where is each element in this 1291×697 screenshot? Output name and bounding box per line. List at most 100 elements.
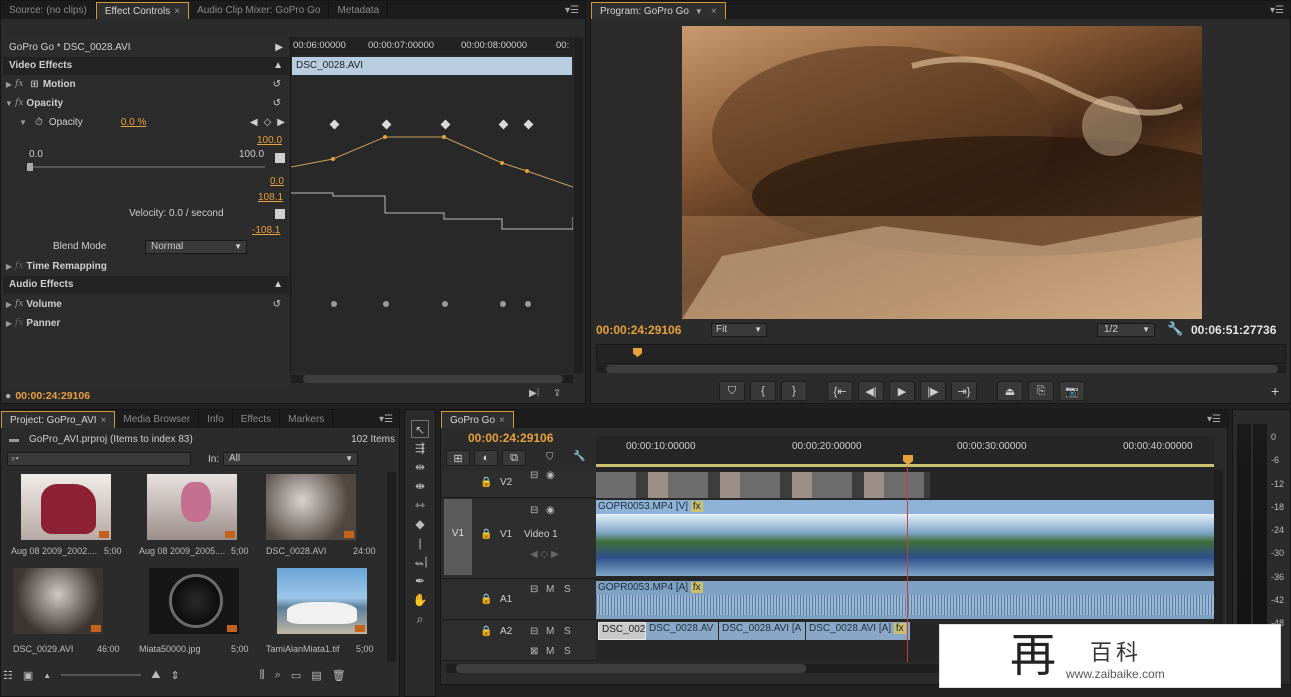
- expand-triangle-icon[interactable]: ▶: [3, 75, 15, 94]
- fx-icon[interactable]: fx: [15, 94, 23, 113]
- trash-icon[interactable]: 🗑: [332, 669, 346, 682]
- blend-mode-select[interactable]: Normal ▼: [145, 240, 247, 254]
- keyframe-nav-icon[interactable]: ◀ ◇ ▶: [530, 549, 559, 560]
- tab-media-browser[interactable]: Media Browser: [115, 411, 200, 428]
- opacity-value[interactable]: 0.0 %: [121, 113, 250, 132]
- stopwatch-icon[interactable]: ⏱: [35, 113, 43, 132]
- hand-tool-icon[interactable]: ✋: [411, 591, 429, 609]
- collapse-icon[interactable]: ▲: [273, 276, 289, 294]
- opacity-slider-handle[interactable]: [27, 163, 33, 171]
- tab-metadata[interactable]: Metadata: [329, 2, 389, 19]
- keyframe[interactable]: [381, 119, 392, 130]
- program-scrubber[interactable]: [596, 344, 1286, 364]
- solo-button[interactable]: S: [564, 626, 571, 637]
- program-timecode[interactable]: 00:00:24:29106: [596, 323, 681, 337]
- lock-icon[interactable]: 🔒: [480, 477, 492, 488]
- keyframe[interactable]: [498, 119, 509, 130]
- sync-lock-icon[interactable]: ⊠: [530, 646, 538, 657]
- ripple-edit-tool-icon[interactable]: ⇹: [411, 458, 429, 476]
- zoom-in-icon[interactable]: ⛰: [151, 669, 160, 682]
- mute-button[interactable]: M: [546, 626, 554, 637]
- next-keyframe-icon[interactable]: ▶: [277, 113, 285, 132]
- playhead-line[interactable]: [907, 466, 908, 662]
- automate-icon[interactable]: ⫼: [260, 669, 265, 682]
- collapse-triangle-icon[interactable]: ▼: [17, 113, 29, 132]
- add-marker-button[interactable]: ⛉: [719, 381, 745, 401]
- keyframe[interactable]: [329, 119, 340, 130]
- clip-a2-3[interactable]: DSC_0028.AVI [A: [719, 622, 805, 640]
- mark-in-button[interactable]: {: [750, 381, 776, 401]
- zoom-tool-icon[interactable]: ⌕: [411, 610, 429, 628]
- ruler[interactable]: 00:06:00000 00:00:07:00000 00:00:08:0000…: [291, 37, 573, 55]
- new-item-icon[interactable]: ▤: [311, 669, 321, 682]
- wrench-icon[interactable]: 🔧: [1167, 321, 1183, 337]
- icon-view-icon[interactable]: ▣: [23, 669, 33, 682]
- find-icon[interactable]: ⌕: [275, 669, 281, 682]
- mark-out-button[interactable]: }: [781, 381, 807, 401]
- graph-toggle-icon[interactable]: [275, 153, 285, 163]
- panel-menu-icon[interactable]: ▾☰: [379, 411, 399, 428]
- reset-icon[interactable]: ↺: [273, 295, 289, 314]
- wrench-icon[interactable]: 🔧: [573, 451, 585, 462]
- fx-badge[interactable]: fx: [690, 501, 703, 512]
- slip-tool-icon[interactable]: |↔|: [411, 534, 429, 568]
- zoom-out-icon[interactable]: ▲: [43, 671, 51, 680]
- media-thumb[interactable]: [149, 568, 239, 634]
- expand-triangle-icon[interactable]: ▶: [3, 295, 15, 314]
- clip-a2-4[interactable]: DSC_0028.AVI [A] fx: [806, 622, 910, 640]
- clip-v1[interactable]: GOPR0053.MP4 [V] fx: [596, 500, 1214, 576]
- search-input[interactable]: ⌕▾: [7, 452, 191, 466]
- step-back-button[interactable]: ◀|: [858, 381, 884, 401]
- source-patch-v1[interactable]: V1: [444, 499, 472, 575]
- clip-v2[interactable]: [596, 472, 930, 498]
- keyframe[interactable]: [440, 119, 451, 130]
- add-button[interactable]: +: [1271, 383, 1279, 399]
- step-forward-button[interactable]: |▶: [920, 381, 946, 401]
- expand-triangle-icon[interactable]: ▶: [3, 257, 15, 276]
- solo-button[interactable]: S: [564, 646, 571, 657]
- panner-row[interactable]: ▶ fx Panner: [3, 314, 289, 333]
- solo-button[interactable]: S: [564, 584, 571, 595]
- media-thumb[interactable]: [147, 474, 237, 540]
- pen-tool-icon[interactable]: ✒: [411, 572, 429, 590]
- play-button[interactable]: ▶: [889, 381, 915, 401]
- timeline-ruler[interactable]: 00:00:10:00000 00:00:20:00000 00:00:30:0…: [596, 436, 1214, 470]
- close-icon[interactable]: ×: [711, 6, 717, 17]
- volume-keyframe[interactable]: [525, 301, 531, 307]
- rolling-edit-tool-icon[interactable]: ⇼: [411, 477, 429, 495]
- program-zoom-bar[interactable]: [596, 365, 1286, 373]
- scrollbar-vertical[interactable]: [387, 472, 396, 662]
- list-view-icon[interactable]: ☷: [3, 669, 13, 682]
- panel-menu-icon[interactable]: ▾☰: [1207, 411, 1227, 428]
- collapse-triangle-icon[interactable]: ▼: [3, 94, 15, 113]
- add-keyframe-icon[interactable]: ◇: [264, 113, 272, 132]
- tab-effect-controls[interactable]: Effect Controls ×: [95, 2, 190, 19]
- marker-icon[interactable]: ⛉: [546, 452, 554, 463]
- volume-keyframe[interactable]: [500, 301, 506, 307]
- clip-a1[interactable]: GOPR0053.MP4 [A] fx: [596, 581, 1214, 619]
- media-thumb[interactable]: [277, 568, 367, 634]
- fit-select[interactable]: Fit ▼: [711, 323, 767, 337]
- sync-lock-icon[interactable]: ⊟: [530, 470, 538, 481]
- panel-menu-icon[interactable]: ▾☰: [565, 2, 585, 19]
- zoom-slider[interactable]: [61, 674, 142, 676]
- tab-effects[interactable]: Effects: [233, 411, 281, 428]
- play-only-icon[interactable]: ▶: [275, 38, 289, 57]
- add-marker-icon[interactable]: ⧉: [502, 450, 526, 466]
- tab-source[interactable]: Source: (no clips): [1, 2, 96, 19]
- keyframe-timeline[interactable]: 00:06:00000 00:00:07:00000 00:00:08:0000…: [290, 37, 573, 373]
- fx-icon[interactable]: fx: [15, 257, 23, 276]
- video-frame[interactable]: [682, 26, 1202, 319]
- filter-icon[interactable]: ▶⁞: [529, 388, 539, 399]
- opacity-row[interactable]: ▼ fx Opacity ↺: [3, 94, 289, 113]
- tab-info[interactable]: Info: [199, 411, 233, 428]
- lift-button[interactable]: ⏏: [997, 381, 1023, 401]
- tab-audio-clip-mixer[interactable]: Audio Clip Mixer: GoPro Go: [189, 2, 330, 19]
- chevron-down-icon[interactable]: ▼: [695, 7, 703, 16]
- lock-icon[interactable]: 🔒: [480, 594, 492, 605]
- tab-program[interactable]: Program: GoPro Go ▼ ×: [591, 2, 726, 19]
- scrollbar-vertical[interactable]: [574, 37, 583, 373]
- collapse-icon[interactable]: ▲: [273, 57, 289, 75]
- mute-button[interactable]: M: [546, 584, 554, 595]
- in-select[interactable]: All ▼: [223, 452, 358, 466]
